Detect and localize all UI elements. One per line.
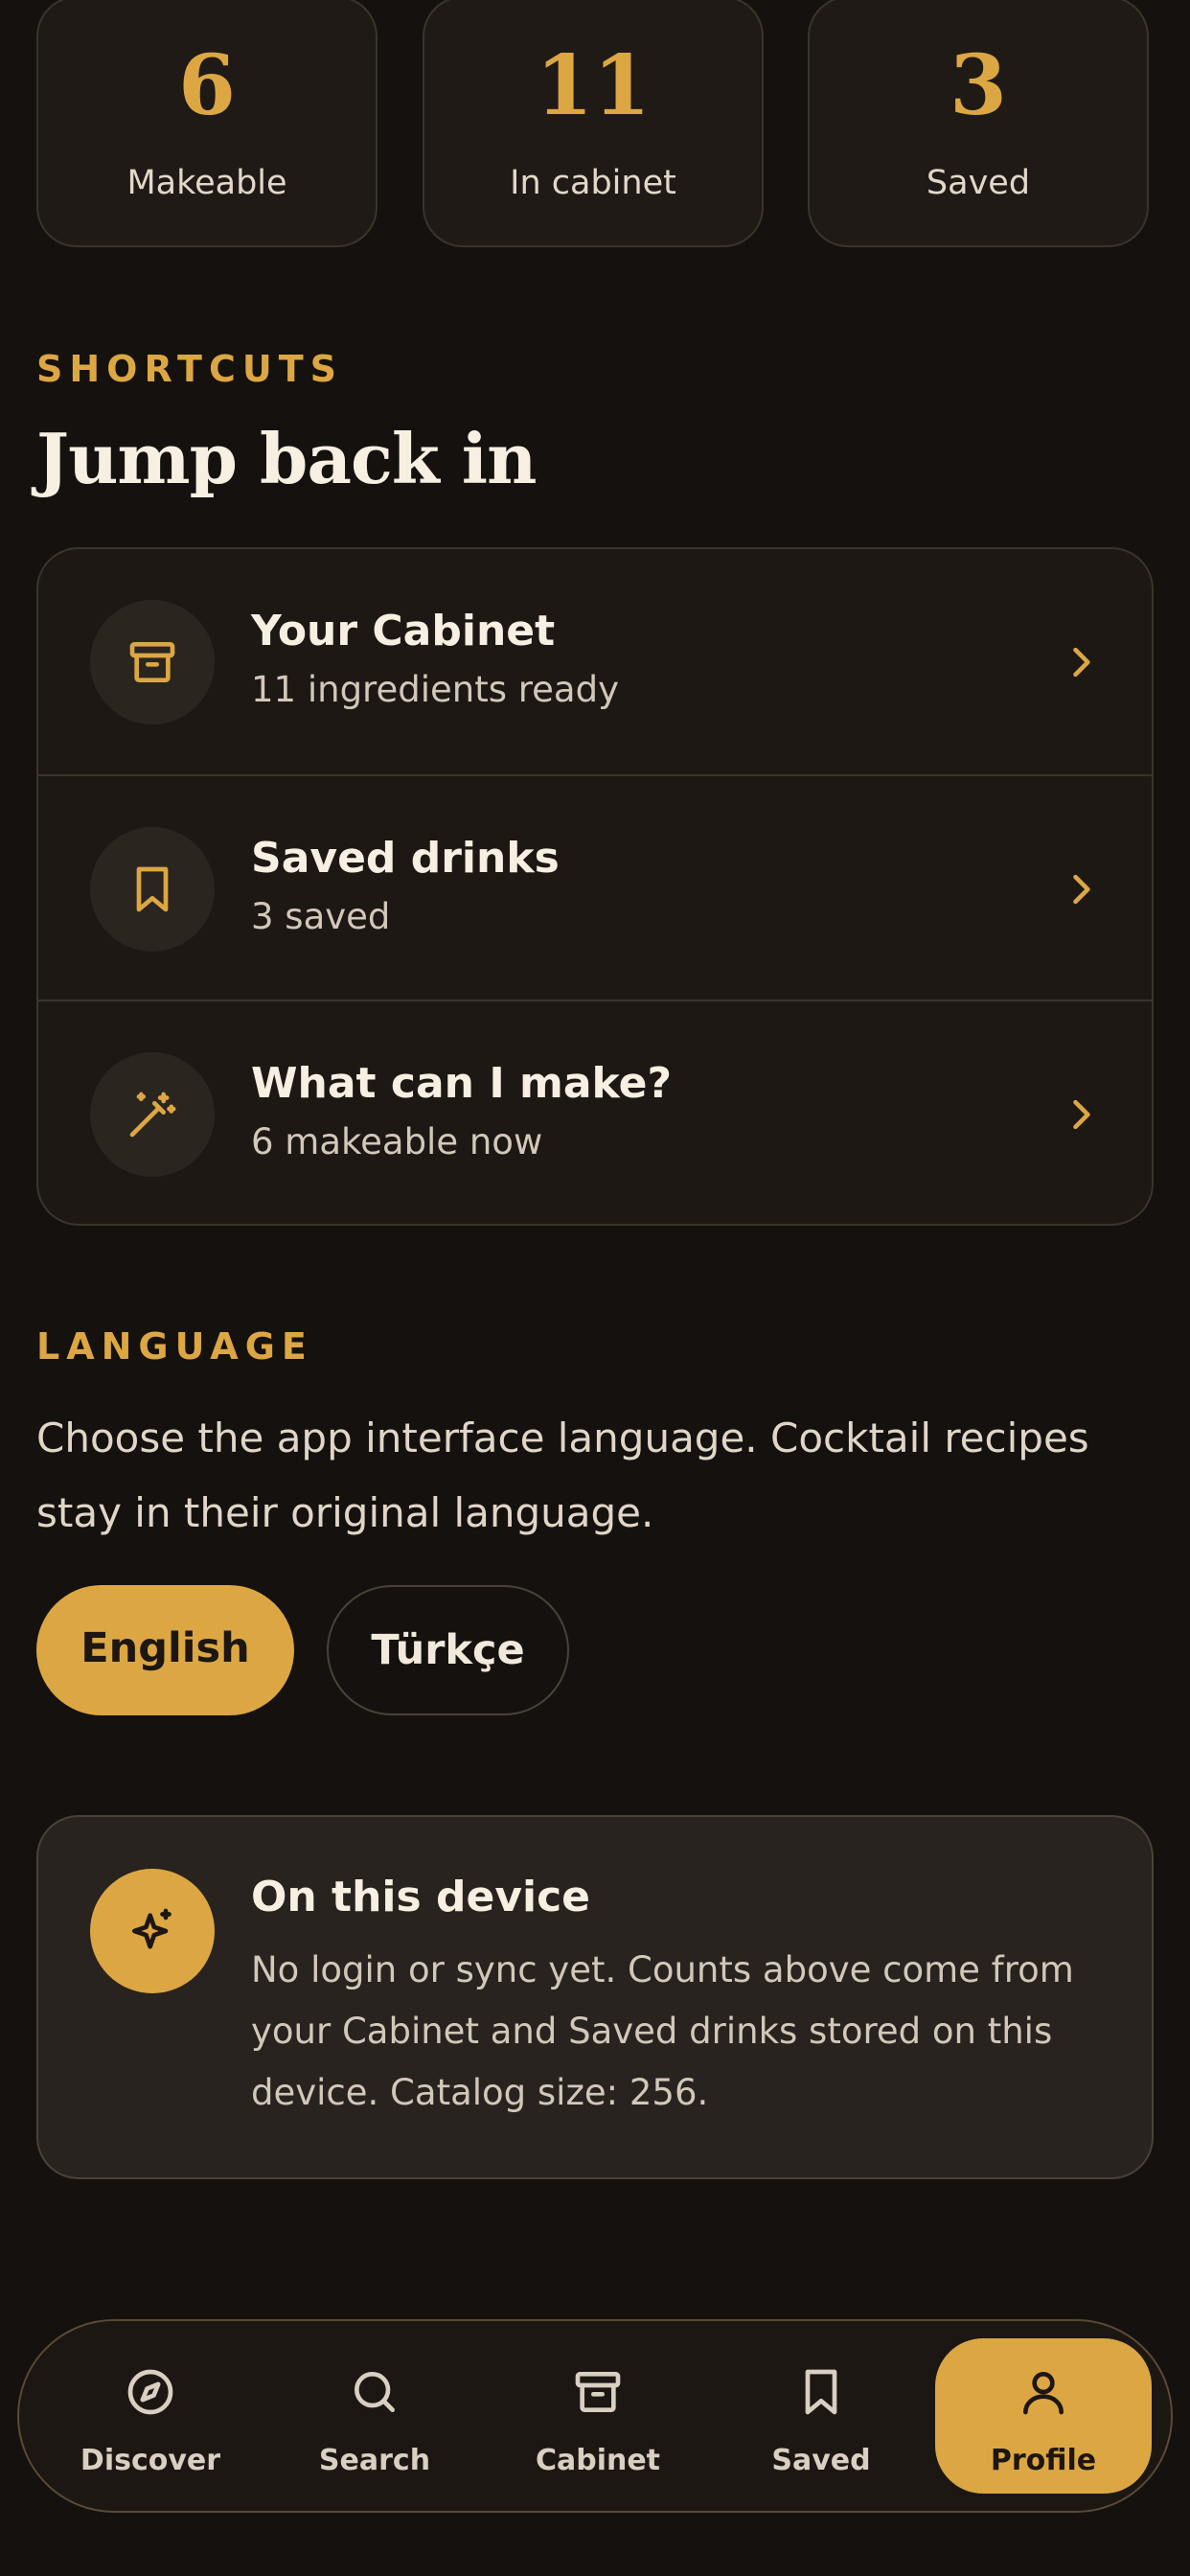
magic-wand-icon [90, 1052, 215, 1177]
stat-card-in-cabinet: 11 In cabinet [423, 0, 764, 247]
stat-value: 11 [536, 37, 651, 134]
shortcut-title: What can I make? [251, 1059, 672, 1108]
device-info-card: On this device No login or sync yet. Cou… [36, 1815, 1154, 2179]
nav-label: Discover [80, 2444, 221, 2477]
archive-icon [575, 2372, 621, 2412]
shortcut-subtitle: 11 ingredients ready [251, 669, 619, 710]
shortcut-saved-drinks[interactable]: Saved drinks 3 saved [38, 774, 1152, 1000]
chevron-right-icon [1073, 874, 1090, 905]
shortcut-your-cabinet[interactable]: Your Cabinet 11 ingredients ready [38, 549, 1152, 774]
nav-cabinet[interactable]: Cabinet [490, 2338, 706, 2494]
device-text: No login or sync yet. Counts above come … [251, 1949, 1074, 2113]
stat-card-makeable: 6 Makeable [36, 0, 378, 247]
search-icon [355, 2372, 395, 2412]
stat-label: Makeable [126, 164, 287, 202]
stat-card-saved: 3 Saved [808, 0, 1149, 247]
bookmark-icon [805, 2369, 837, 2415]
shortcuts-eyebrow: SHORTCUTS [36, 348, 343, 390]
shortcut-what-can-i-make[interactable]: What can I make? 6 makeable now [38, 1000, 1152, 1224]
shortcut-subtitle: 6 makeable now [251, 1121, 543, 1162]
nav-label: Saved [771, 2444, 871, 2477]
nav-search[interactable]: Search [266, 2338, 483, 2494]
stat-value: 6 [178, 37, 236, 134]
nav-profile[interactable]: Profile [935, 2338, 1152, 2494]
nav-label: Profile [990, 2444, 1097, 2477]
nav-label: Search [318, 2444, 431, 2477]
shortcut-title: Saved drinks [251, 834, 560, 883]
stat-label: Saved [926, 164, 1031, 202]
archive-icon [90, 600, 215, 724]
bottom-nav: Discover Search Cabinet Saved Profile [17, 2319, 1173, 2513]
nav-discover[interactable]: Discover [42, 2338, 259, 2494]
language-option-turkish[interactable]: Türkçe [327, 1585, 569, 1715]
bookmark-icon [90, 827, 215, 952]
sparkle-icon [90, 1869, 215, 1993]
shortcuts-heading: Jump back in [36, 418, 537, 499]
stat-value: 3 [950, 37, 1007, 134]
nav-saved[interactable]: Saved [713, 2338, 929, 2494]
stat-label: In cabinet [510, 164, 676, 202]
chevron-right-icon [1073, 647, 1090, 678]
device-title: On this device [251, 1873, 591, 1921]
shortcut-title: Your Cabinet [251, 607, 556, 656]
language-option-english[interactable]: English [36, 1585, 294, 1715]
nav-label: Cabinet [535, 2444, 661, 2477]
shortcuts-list: Your Cabinet 11 ingredients ready Saved … [36, 547, 1154, 1226]
language-description: Choose the app interface language. Cockt… [36, 1414, 1089, 1536]
compass-icon [127, 2369, 173, 2415]
language-eyebrow: LANGUAGE [36, 1325, 313, 1368]
chevron-right-icon [1073, 1099, 1090, 1130]
shortcut-subtitle: 3 saved [251, 896, 391, 937]
user-icon [1023, 2372, 1064, 2415]
